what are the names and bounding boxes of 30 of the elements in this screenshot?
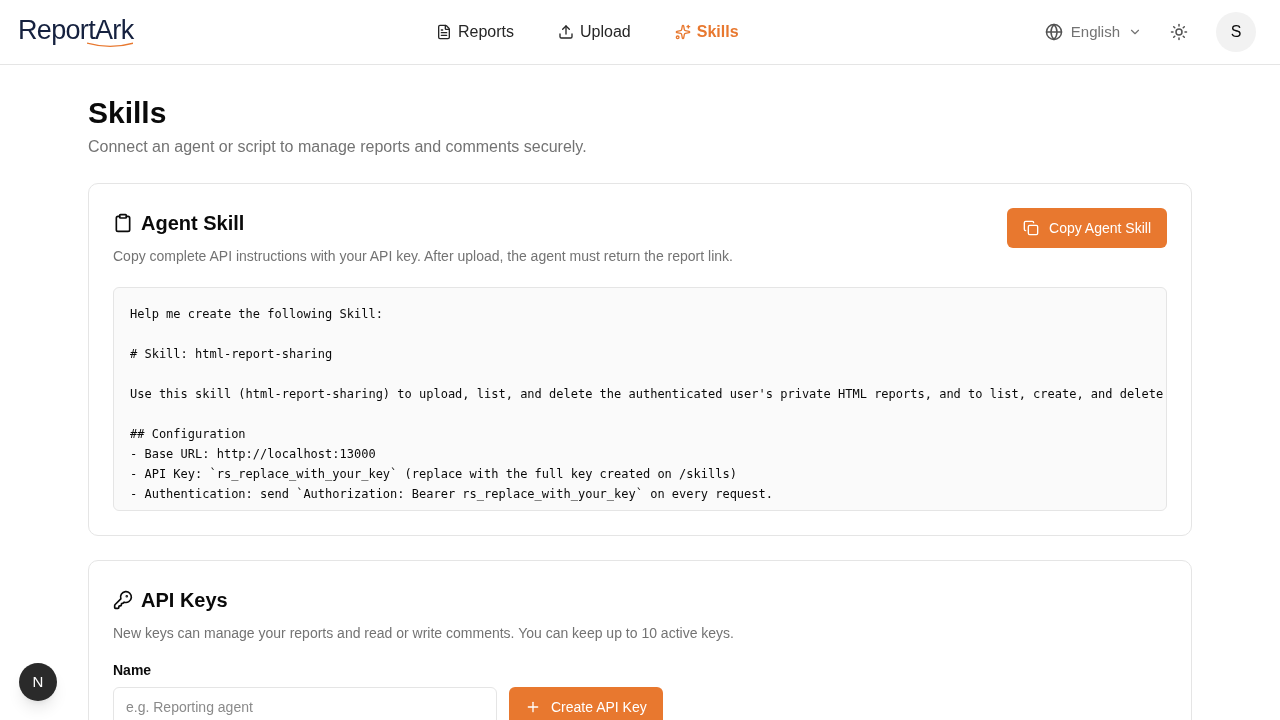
code-line: - API Key: `rs_replace_with_your_key` (replace with the full key created on /skills) — [130, 466, 737, 483]
code-line: Help me create the following Skill: — [130, 306, 383, 323]
theme-toggle-icon[interactable] — [1170, 23, 1188, 41]
name-input-field[interactable]: e.g. Reporting agent — [113, 687, 497, 720]
nav-tab[interactable]: Reports — [436, 20, 515, 44]
code-line: - Base URL: http://localhost:13000 — [130, 446, 376, 463]
code-line: # Skill: html-report-sharing — [130, 346, 333, 363]
page-subtitle: Connect an agent or script to manage reports and comments securely. — [88, 137, 588, 157]
plus-icon — [525, 699, 541, 715]
sparkles-icon — [674, 24, 691, 40]
code-line: Use this skill (html-report-sharing) to upload, list, and delete the authenticated user's private HTML reports, and to list, create, and delete — [130, 386, 1164, 403]
logo[interactable]: ReportArk — [18, 16, 134, 48]
document-icon — [436, 24, 452, 40]
language-select[interactable]: English — [1044, 20, 1142, 44]
code-line: - Authentication: send `Authorization: Bearer rs_replace_with_your_key` on every request. — [130, 486, 773, 503]
card-title: API Keys — [141, 588, 228, 613]
key-icon — [113, 590, 133, 610]
nav-tab[interactable]: Upload — [558, 20, 631, 44]
page-title: Skills — [88, 95, 168, 131]
field-label: Name — [113, 661, 153, 680]
globe-icon — [1044, 23, 1063, 41]
copy-icon — [1023, 220, 1040, 236]
card-title: Agent Skill — [141, 211, 245, 236]
card-description: New keys can manage your reports and read or write comments. You can keep up to 10 active keys. — [113, 624, 735, 643]
code-line: ## Configuration — [130, 426, 246, 443]
dev-tools-badge[interactable]: N — [19, 663, 57, 701]
upload-icon — [558, 24, 575, 40]
user-avatar[interactable]: S — [1216, 12, 1256, 52]
clipboard-icon — [113, 213, 133, 233]
card-description: Copy complete API instructions with your API key. After upload, the agent must return the report link. — [113, 247, 733, 266]
